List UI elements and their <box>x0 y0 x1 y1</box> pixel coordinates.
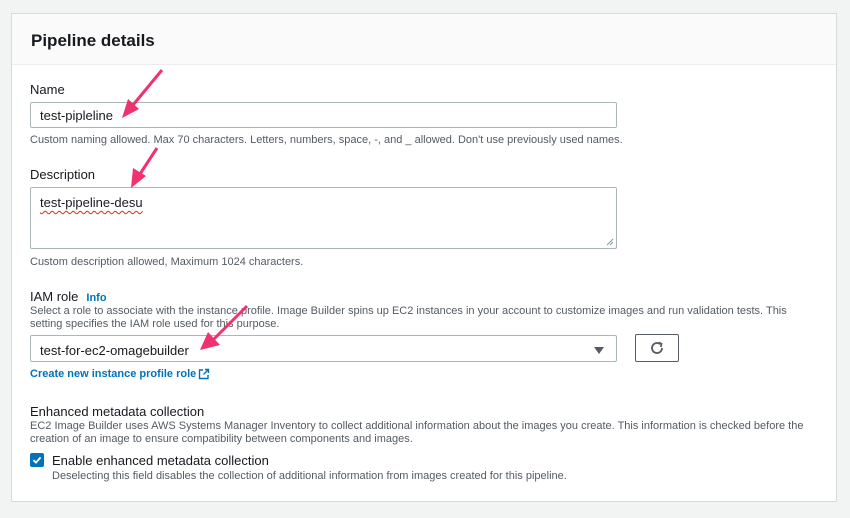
create-link-text: Create new instance profile role <box>30 368 197 380</box>
metadata-checkbox-label[interactable]: Enable enhanced metadata collection <box>52 453 269 468</box>
iam-role-info-link[interactable]: Info <box>86 292 106 304</box>
refresh-button[interactable] <box>635 334 679 362</box>
iam-role-label-text: IAM role <box>30 289 79 304</box>
iam-role-select[interactable]: test-for-ec2-omagebuilder <box>30 335 617 362</box>
checkmark-icon <box>32 456 42 464</box>
iam-role-hint-2: setting specifies the IAM role used for … <box>30 318 280 330</box>
panel-header: Pipeline details <box>12 14 836 65</box>
metadata-label: Enhanced metadata collection <box>30 404 205 419</box>
description-textarea[interactable]: test-pipeline-desu <box>30 187 617 249</box>
description-value: test-pipeline-desu <box>40 195 143 210</box>
metadata-hint-1: EC2 Image Builder uses AWS Systems Manag… <box>30 420 804 432</box>
name-label: Name <box>30 82 65 97</box>
external-link-icon <box>199 368 210 380</box>
metadata-hint-2: creation of an image to ensure compatibi… <box>30 433 413 445</box>
name-input[interactable] <box>30 102 617 128</box>
create-instance-profile-role-link[interactable]: Create new instance profile role <box>30 368 210 380</box>
iam-role-label: IAM role Info <box>30 289 107 304</box>
panel-title: Pipeline details <box>31 31 155 50</box>
name-hint: Custom naming allowed. Max 70 characters… <box>30 134 623 146</box>
refresh-icon <box>651 341 663 354</box>
iam-role-selected-value: test-for-ec2-omagebuilder <box>40 343 189 358</box>
description-label: Description <box>30 167 96 182</box>
iam-role-hint-1: Select a role to associate with the inst… <box>30 305 787 317</box>
metadata-checkbox[interactable] <box>30 453 44 467</box>
metadata-checkbox-hint: Deselecting this field disables the coll… <box>52 470 567 482</box>
resize-handle-icon[interactable] <box>606 238 614 246</box>
caret-down-icon <box>594 347 604 354</box>
description-hint: Custom description allowed, Maximum 1024… <box>30 256 304 268</box>
